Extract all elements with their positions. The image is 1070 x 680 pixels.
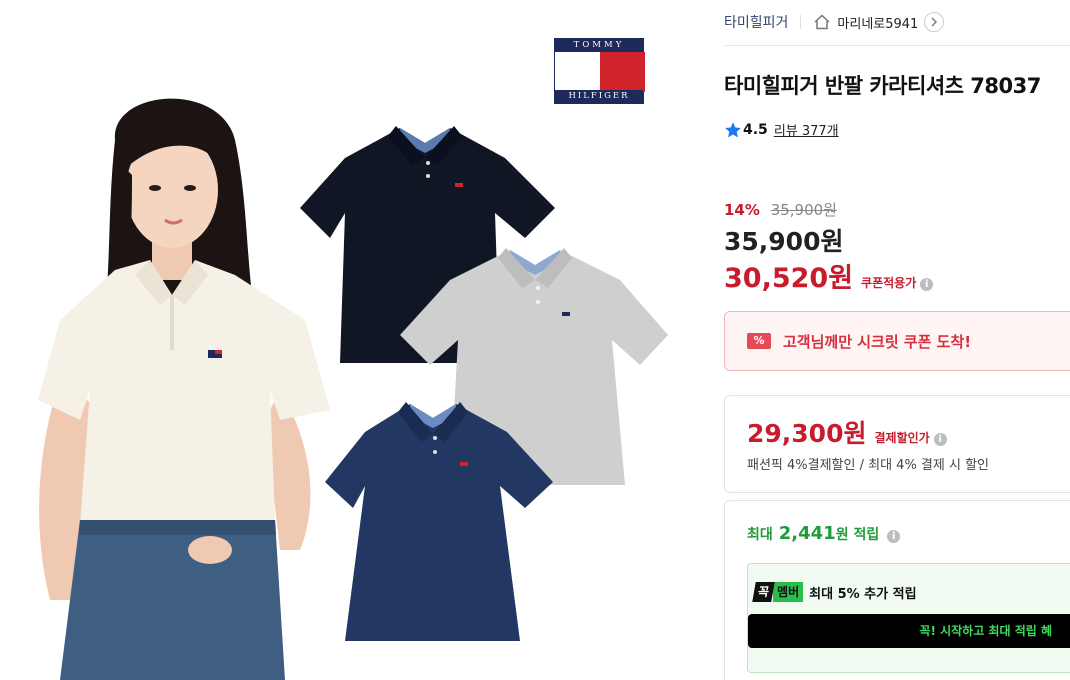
info-icon[interactable]: i [933,433,947,446]
product-title: 타미힐피거 반팔 카라티셔츠 78037 [724,74,1041,98]
star-icon [725,121,741,137]
coupon-price: 30,520원 [724,263,854,294]
logo-top-text: TOMMY [555,39,643,52]
badge-part-2: 멤버 [773,582,804,602]
discount-rate: 14% [724,201,760,219]
product-image-area[interactable]: TOMMY HILFIGER [0,0,700,680]
payment-label: 결제할인가 [874,431,930,445]
membership-badge: 꼭 멤버 [752,582,804,602]
logo-bottom-text: HILFIGER [555,90,643,103]
payment-price-row: 29,300원 결제할인가 i [747,414,947,450]
divider [800,15,802,29]
chevron-right-icon [931,17,938,27]
rating-row: 4.5 리뷰 377개 [724,120,839,139]
store-chevron-button[interactable] [924,12,945,32]
membership-cta-button[interactable]: 꼭! 시작하고 최대 적립 혜 [748,614,1070,648]
points-suffix: 원 적립 [835,527,880,543]
brand-store-row: 타미힐피거 마리네로5941 [724,10,945,34]
coupon-price-row: 30,520원 쿠폰적용가 i [724,256,934,295]
blue-polo-image [325,402,553,641]
payment-discount-box: 29,300원 결제할인가 i 패션픽 4%결제할인 / 최대 4% 결제 시 … [724,395,1070,493]
original-price: 35,900원 [770,201,837,219]
reviews-link[interactable]: 리뷰 377개 [774,120,839,139]
points-amount: 2,441 [778,523,836,544]
coupon-banner-text: 고객님께만 시크릿 쿠폰 도착! [783,332,972,351]
coupon-icon: % [747,333,771,349]
info-icon[interactable]: i [920,278,934,291]
discount-row: 14% 35,900원 [724,199,837,220]
home-icon [814,14,830,30]
store-link[interactable]: 마리네로5941 [837,13,918,32]
payment-description: 패션픽 4%결제할인 / 최대 4% 결제 시 할인 [747,458,989,473]
membership-row: 꼭 멤버 최대 5% 추가 적립 [752,582,917,602]
secret-coupon-banner[interactable]: % 고객님께만 시크릿 쿠폰 도착! [724,311,1070,371]
info-icon[interactable]: i [887,530,901,543]
points-prefix: 최대 [747,527,773,543]
points-row: 최대 2,441 원 적립 i [747,523,901,544]
product-info-panel: 타미힐피거 마리네로5941 타미힐피거 반팔 카라티셔츠 78037 4.5 … [724,0,1070,680]
membership-text: 최대 5% 추가 적립 [809,586,917,602]
badge-part-1: 꼭 [752,582,775,602]
rating-score: 4.5 [743,121,768,138]
header-divider [724,45,1070,46]
brand-link[interactable]: 타미힐피거 [724,12,788,32]
coupon-price-label: 쿠폰적용가 [861,276,917,290]
points-box: 최대 2,441 원 적립 i 꼭 멤버 최대 5% 추가 적립 꼭! 시작하고… [724,500,1070,680]
tommy-hilfiger-logo: TOMMY HILFIGER [554,38,645,104]
payment-price: 29,300원 [747,419,867,448]
sale-price: 35,900원 [724,227,844,256]
membership-box: 꼭 멤버 최대 5% 추가 적립 꼭! 시작하고 최대 적립 혜 [747,563,1070,673]
